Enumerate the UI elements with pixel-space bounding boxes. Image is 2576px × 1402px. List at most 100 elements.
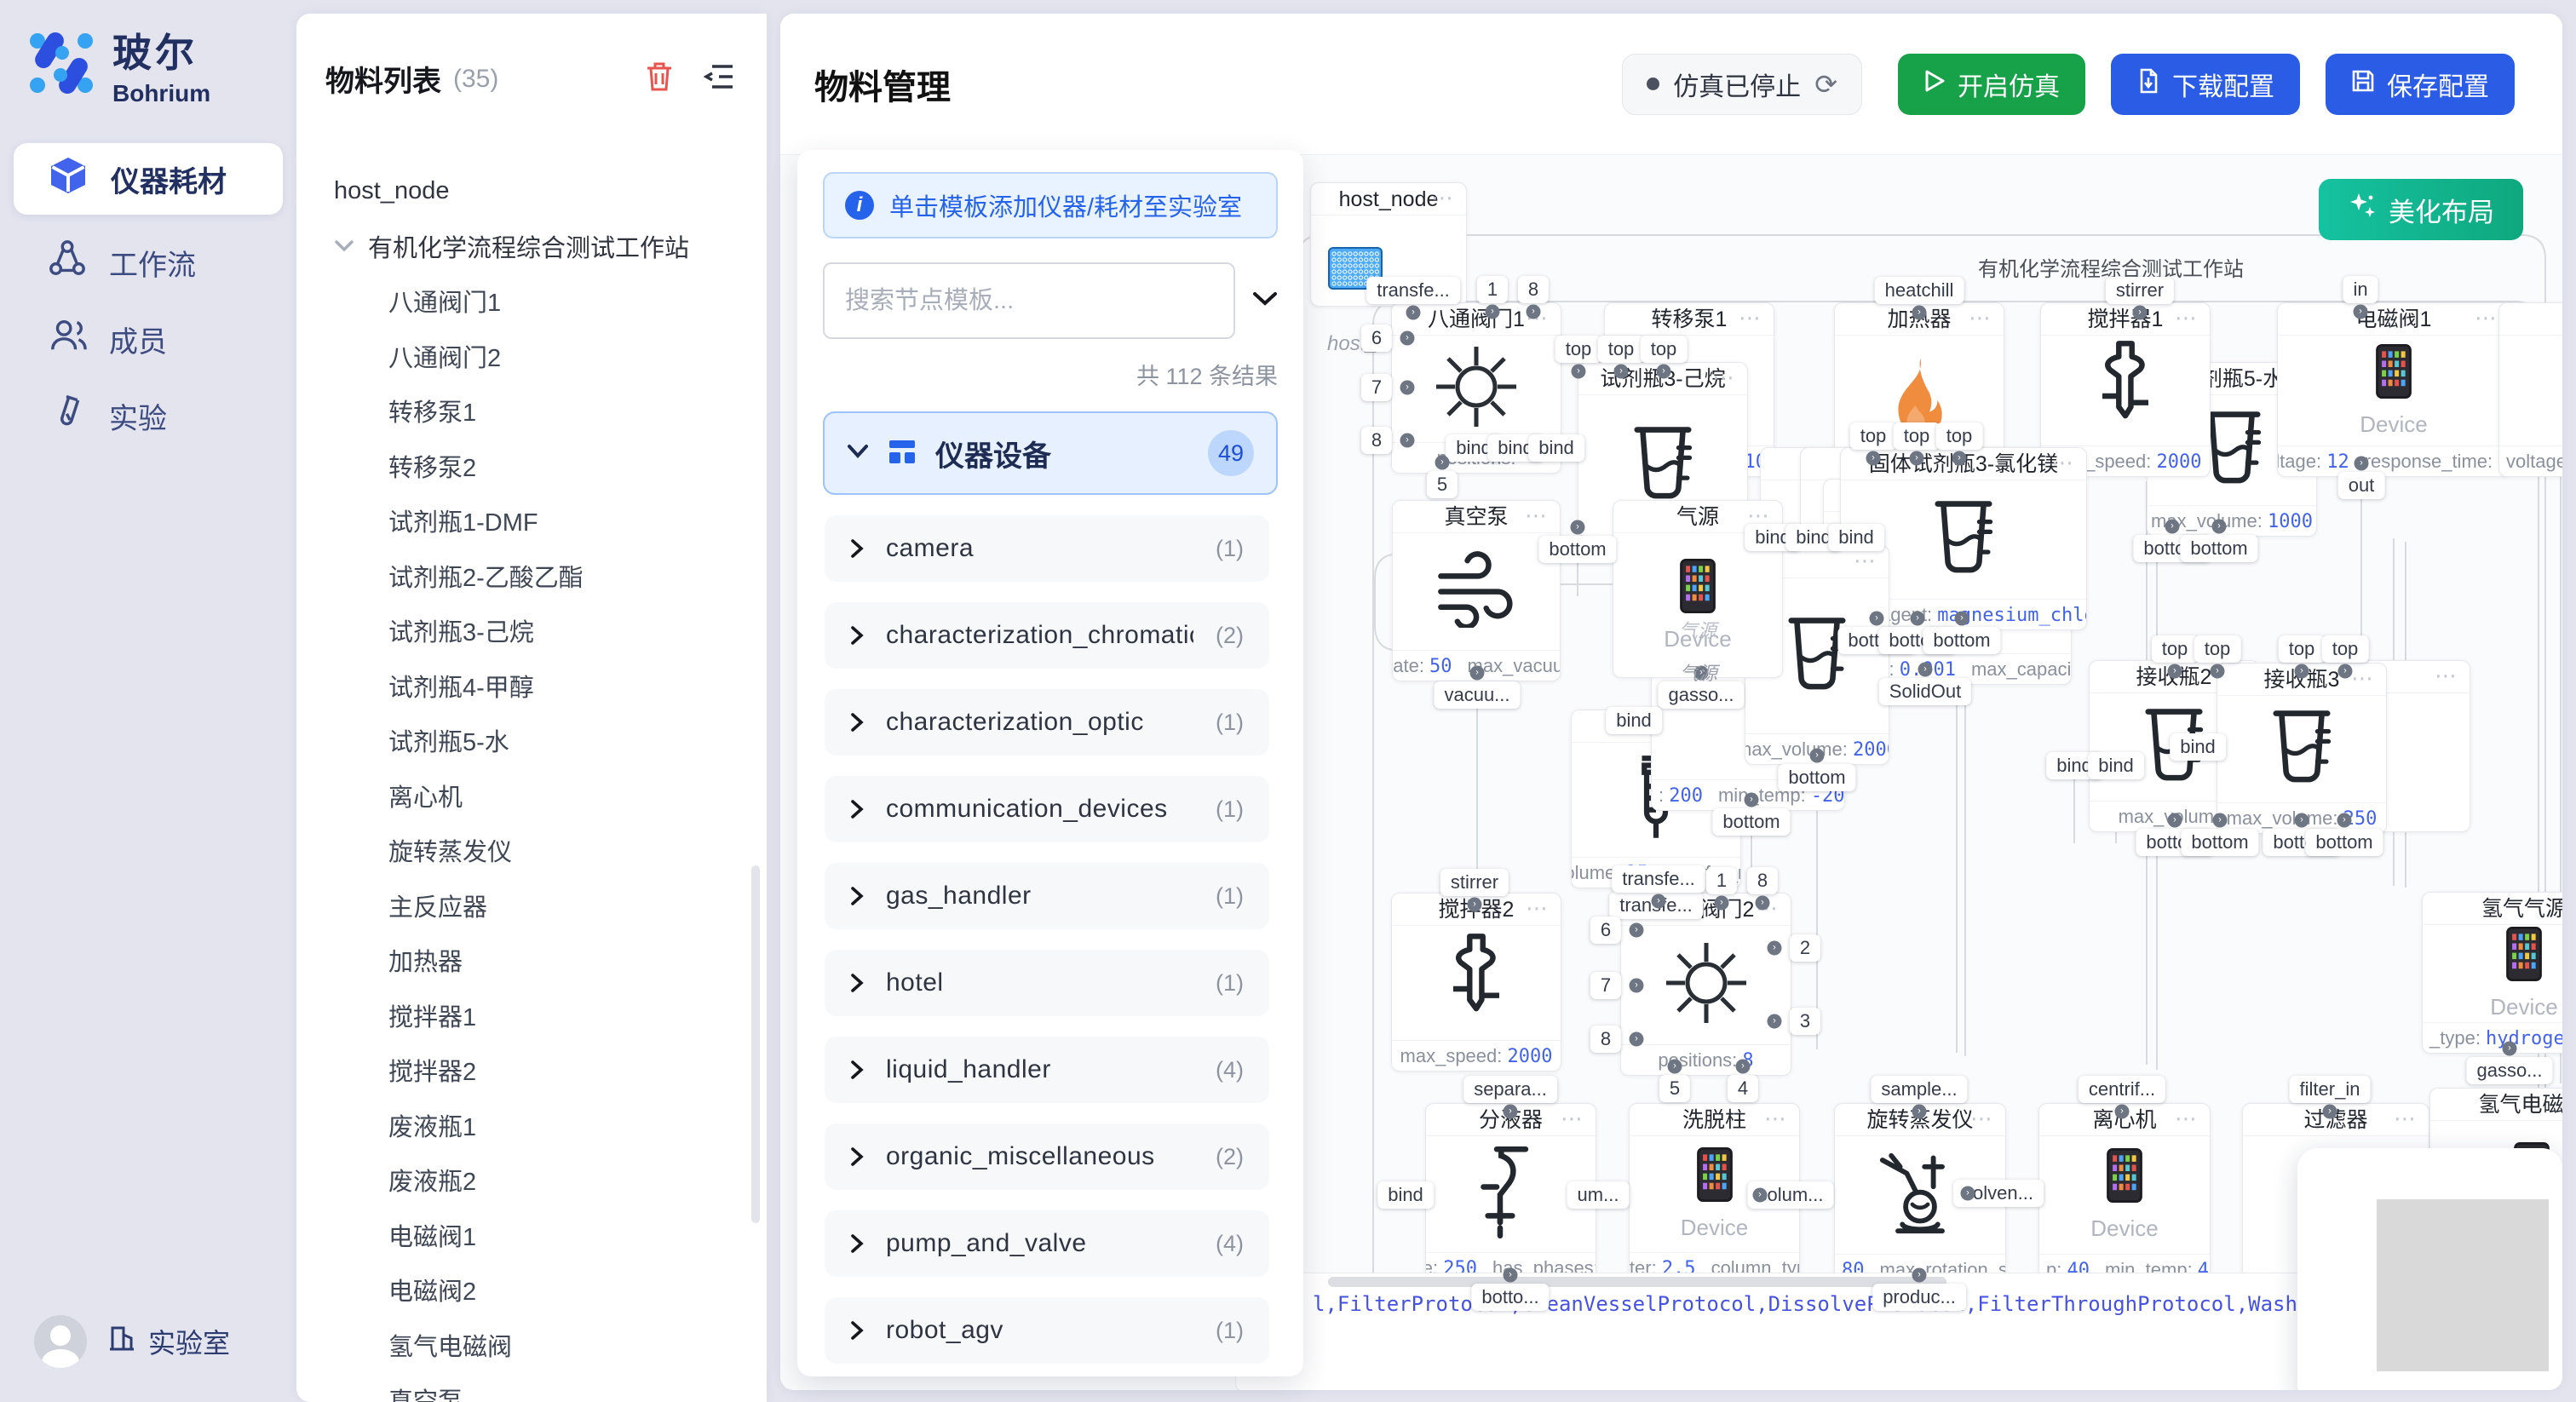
port-chip-bottom[interactable]: bottom [2181,829,2258,856]
port-chip-top[interactable]: top [1850,422,1897,450]
port-dot[interactable]: › [2503,1042,2517,1056]
category-row-pump_and_valve[interactable]: pump_and_valve(4) [825,1210,1269,1277]
port-chip-8[interactable]: 8 [1747,867,1778,894]
port-dot[interactable]: › [2295,813,2309,828]
port-chip-vacuu[interactable]: vacuu... [1434,681,1520,709]
port-chip-top[interactable]: top [2194,635,2241,663]
port-dot[interactable]: › [2115,1105,2130,1119]
port-dot[interactable]: › [1715,896,1729,911]
port-dot[interactable]: › [1400,331,1415,346]
collapse-panel-icon[interactable] [704,62,736,95]
port-chip-6[interactable]: 6 [1361,325,1392,352]
port-dot[interactable]: › [2337,813,2352,828]
port-chip-3[interactable]: 3 [1790,1008,1820,1035]
port-chip-bind[interactable]: bind [1606,707,1662,734]
node-menu-icon[interactable]: ⋯ [2175,303,2199,334]
category-row-gas_handler[interactable]: gas_handler(1) [825,863,1269,929]
sidebar-item-experiments[interactable]: 实验 [14,380,283,451]
port-dot[interactable]: › [1486,305,1500,319]
port-chip-[interactable]: 气源 [1670,656,1728,688]
port-dot[interactable]: › [1753,1188,1768,1203]
port-dot[interactable]: › [1955,612,1969,626]
port-chip-5[interactable]: 5 [1427,471,1458,498]
port-chip-produc[interactable]: produc... [1872,1284,1966,1311]
category-row-hotel[interactable]: hotel(1) [825,950,1269,1016]
canvas-node-card[interactable]: ⋯Devicevoltage: 12response_time: 0.1 [2498,302,2562,477]
node-menu-icon[interactable]: ⋯ [1526,893,1550,924]
port-dot[interactable]: › [1614,365,1629,379]
node-menu-icon[interactable]: ⋯ [2051,448,2076,479]
port-chip-8[interactable]: 8 [1590,1026,1621,1053]
port-dot[interactable]: › [2165,520,2180,534]
port-dot[interactable]: › [1630,979,1644,993]
search-template-input[interactable] [823,262,1235,339]
port-dot[interactable]: › [2212,520,2227,534]
lab-user[interactable]: 实验室 [34,1315,230,1368]
tree-item-12[interactable]: 加热器 [296,933,756,988]
category-group-instruments[interactable]: 仪器设备 49 [823,411,1278,495]
port-chip-top[interactable]: top [2279,635,2326,663]
port-dot[interactable]: › [1652,894,1666,909]
tree-item-6[interactable]: 试剂瓶3-己烷 [296,603,756,658]
node-menu-icon[interactable]: ⋯ [2175,1104,2199,1135]
port-chip-1[interactable]: 1 [1477,276,1508,303]
port-chip-7[interactable]: 7 [1361,374,1392,401]
trash-icon[interactable] [644,60,675,97]
tree-item-10[interactable]: 旋转蒸发仪 [296,823,756,878]
node-menu-icon[interactable]: ⋯ [2435,661,2459,692]
port-dot[interactable]: › [1756,896,1770,911]
port-dot[interactable]: › [2323,1105,2337,1119]
node-menu-icon[interactable]: ⋯ [2351,664,2376,694]
port-chip-8[interactable]: 8 [1361,427,1392,454]
port-dot[interactable]: › [1768,1014,1782,1029]
port-dot[interactable]: › [1470,666,1485,681]
port-chip-top[interactable]: top [2322,635,2369,663]
tree-item-17[interactable]: 电磁阀1 [296,1208,756,1263]
port-dot[interactable]: › [1918,663,1933,677]
port-chip-5[interactable]: 5 [1659,1075,1690,1102]
port-chip-bind[interactable]: bind [1377,1181,1434,1209]
category-row-liquid_handler[interactable]: liquid_handler(4) [825,1037,1269,1103]
canvas-node-真空泵[interactable]: 真空泵⋯pump_rate: 50max_vacuum: 0.1 [1392,500,1561,681]
port-chip-2[interactable]: 2 [1790,934,1820,962]
port-dot[interactable]: › [1912,1268,1927,1283]
sidebar-item-instruments[interactable]: 仪器耗材 [14,143,283,215]
tree-item-4[interactable]: 试剂瓶1-DMF [296,493,756,549]
canvas-node-八通阀门2[interactable]: 八通阀门2⋯positions: 8 [1620,893,1791,1076]
tree-item-18[interactable]: 电磁阀2 [296,1262,756,1318]
port-dot[interactable]: › [1527,305,1541,319]
node-menu-icon[interactable]: ⋯ [1561,1104,1585,1135]
port-chip-transfe[interactable]: transfe... [1366,277,1460,304]
port-dot[interactable]: › [1961,1187,1975,1201]
port-dot[interactable]: › [1745,793,1759,807]
port-chip-filter_in[interactable]: filter_in [2290,1076,2371,1103]
sidebar-item-workflow[interactable]: 工作流 [14,227,283,298]
port-chip-bottom[interactable]: bottom [1538,536,1616,563]
port-dot[interactable]: › [1400,381,1415,395]
port-chip-bottom[interactable]: bottom [2305,829,2383,856]
port-chip-8[interactable]: 8 [1518,276,1549,303]
port-chip-sample[interactable]: sample... [1871,1076,1967,1103]
save-config-button[interactable]: 保存配置 [2326,54,2515,115]
port-chip-bind[interactable]: bind [1828,524,1884,551]
port-dot[interactable]: › [1571,520,1585,535]
category-row-camera[interactable]: camera(1) [825,515,1269,582]
port-chip-1[interactable]: 1 [1706,867,1737,894]
simulation-status[interactable]: 仿真已停止 ⟳ [1622,54,1862,115]
port-chip-SolidOut[interactable]: SolidOut [1879,678,1971,705]
port-dot[interactable]: › [1504,1105,1518,1119]
tree-item-8[interactable]: 试剂瓶5-水 [296,713,756,768]
beautify-layout-button[interactable]: 美化布局 [2319,179,2523,240]
port-chip-in[interactable]: in [2343,276,2378,303]
tree-item-2[interactable]: 转移泵1 [296,383,756,439]
port-dot[interactable]: › [1870,612,1884,626]
port-chip-bind[interactable]: bind [2088,752,2144,779]
tree-item-13[interactable]: 搅拌器1 [296,988,756,1043]
port-chip-separa[interactable]: separa... [1463,1076,1557,1103]
canvas-minimap-panel[interactable] [2297,1148,2562,1390]
port-dot[interactable]: › [2354,305,2368,319]
canvas-node-电磁阀1[interactable]: 电磁阀1⋯Devicevoltage: 12response_time: 0.1 [2277,302,2510,477]
port-chip-6[interactable]: 6 [1590,916,1621,944]
port-dot[interactable]: › [1912,306,1927,320]
node-menu-icon[interactable]: ⋯ [2475,303,2499,334]
